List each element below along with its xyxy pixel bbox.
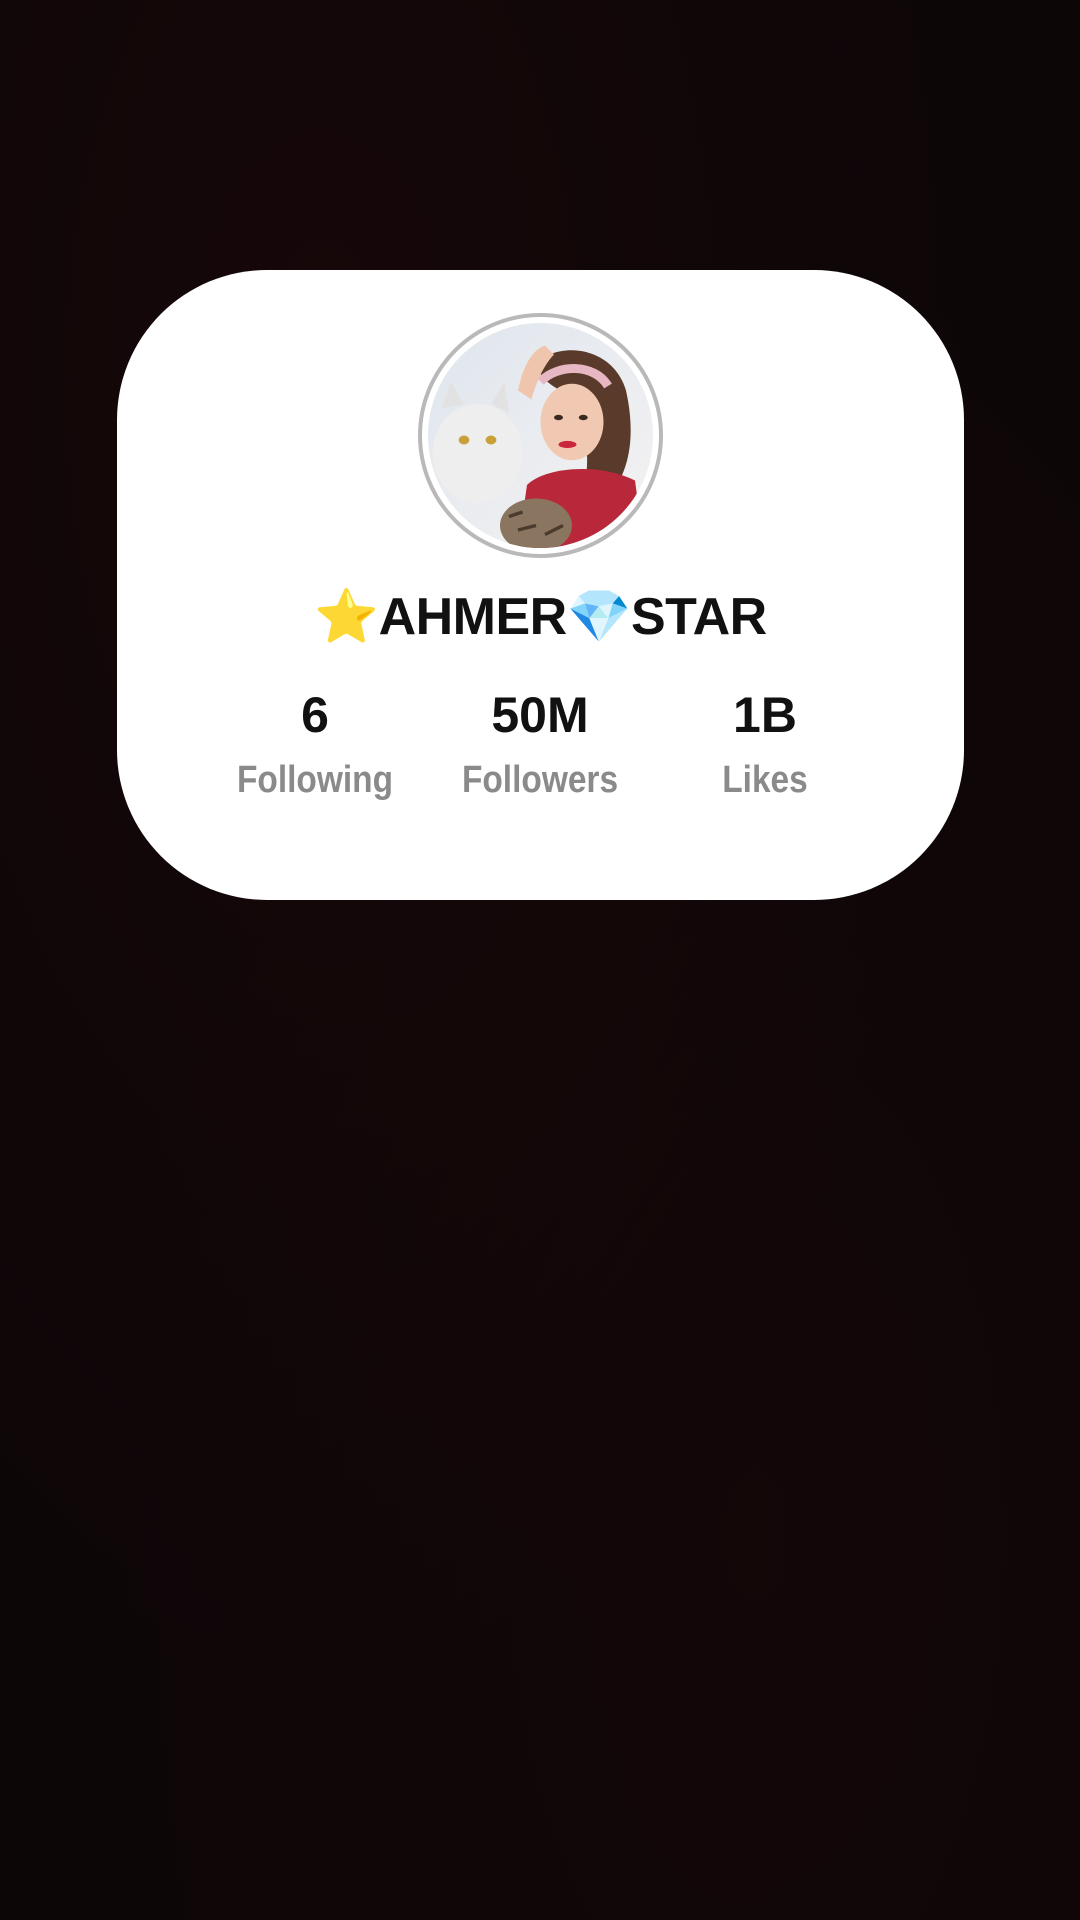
followers-label: Followers [461, 759, 619, 801]
username: ⭐AHMER💎STAR [314, 588, 767, 646]
following-stat[interactable]: 6 Following [195, 685, 435, 803]
profile-card: ⭐AHMER💎STAR 6 Following 50M Followers 1B… [117, 270, 964, 900]
following-count: 6 [301, 687, 329, 743]
likes-count: 1B [733, 687, 797, 743]
followers-count: 50M [491, 687, 589, 743]
following-label: Following [236, 759, 394, 801]
profile-stats: 6 Following 50M Followers 1B Likes [117, 685, 964, 815]
likes-label: Likes [722, 759, 808, 801]
likes-stat[interactable]: 1B Likes [645, 685, 885, 803]
followers-stat[interactable]: 50M Followers [420, 685, 660, 803]
profile-photo [428, 323, 653, 548]
avatar[interactable] [418, 313, 663, 558]
